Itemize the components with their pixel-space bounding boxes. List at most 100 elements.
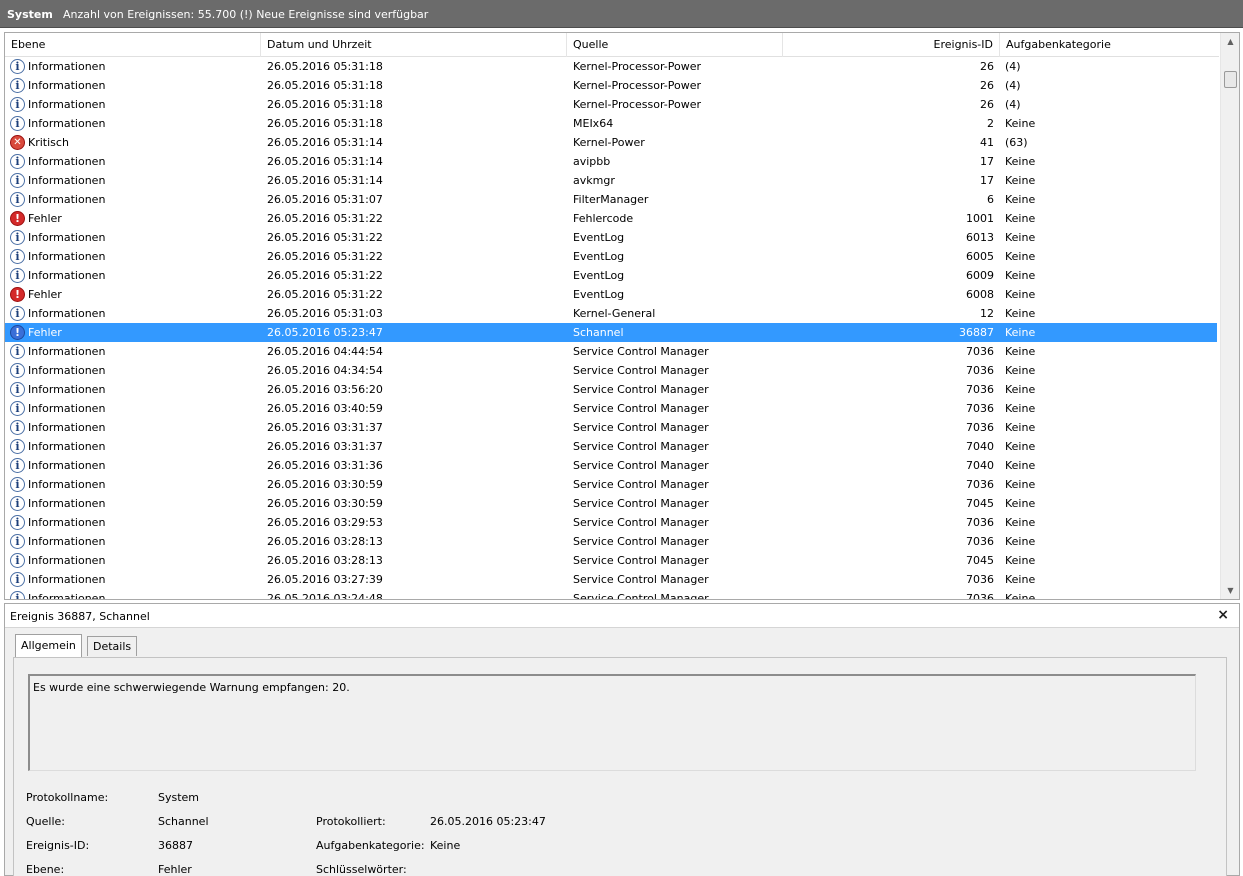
cell-category: Keine (1005, 421, 1036, 434)
table-row[interactable]: i Informationen 26.05.2016 03:31:37 Service… (5, 437, 1217, 456)
cell-event-id: 26 (980, 79, 994, 92)
cell-event-id: 17 (980, 174, 994, 187)
cell-date: 26.05.2016 03:31:37 (267, 440, 383, 453)
cell-date: 26.05.2016 05:31:18 (267, 98, 383, 111)
scroll-down-icon[interactable]: ▼ (1221, 582, 1239, 599)
event-list[interactable]: Ebene Datum und Uhrzeit Quelle Ereignis-… (4, 32, 1240, 600)
detail-title: Ereignis 36887, Schannel (10, 610, 150, 623)
level-text: Informationen (28, 345, 106, 358)
cell-category: Keine (1005, 478, 1036, 491)
cell-event-id: 6008 (966, 288, 994, 301)
cell-level: i Informationen (9, 152, 259, 171)
cell-date: 26.05.2016 03:30:59 (267, 497, 383, 510)
info-icon: i (10, 553, 25, 568)
info-icon: i (10, 420, 25, 435)
tab-details[interactable]: Details (87, 636, 138, 656)
cell-level: i Informationen (9, 76, 259, 95)
table-row[interactable]: i Informationen 26.05.2016 03:30:59 Service… (5, 475, 1217, 494)
table-row[interactable]: ✕ Kritisch 26.05.2016 05:31:14 Kernel-Power… (5, 133, 1217, 152)
event-list-scrollbar[interactable]: ▲ ▼ (1220, 33, 1239, 599)
table-row[interactable]: i Informationen 26.05.2016 03:28:13 Service… (5, 551, 1217, 570)
cell-event-id: 41 (980, 136, 994, 149)
table-row[interactable]: i Informationen 26.05.2016 03:56:20 Service… (5, 380, 1217, 399)
event-detail-pane: Ereignis 36887, Schannel × Allgemein Det… (4, 603, 1240, 876)
scroll-up-icon[interactable]: ▲ (1221, 33, 1239, 50)
cell-source: Schannel (573, 326, 624, 339)
table-row[interactable]: i Informationen 26.05.2016 05:31:14 avkmgr 1… (5, 171, 1217, 190)
table-row[interactable]: i Informationen 26.05.2016 05:31:07 FilterM… (5, 190, 1217, 209)
level-text: Fehler (28, 212, 62, 225)
table-row[interactable]: i Informationen 26.05.2016 03:31:36 Service… (5, 456, 1217, 475)
level-text: Informationen (28, 60, 106, 73)
column-header-level[interactable]: Ebene (5, 33, 261, 57)
level-text: Fehler (28, 288, 62, 301)
table-row[interactable]: i Informationen 26.05.2016 05:31:18 MEIx64 2… (5, 114, 1217, 133)
cell-date: 26.05.2016 05:31:14 (267, 155, 383, 168)
field-label-log-name: Protokollname: (26, 791, 109, 804)
table-row[interactable]: i Informationen 26.05.2016 05:31:03 Kernel-… (5, 304, 1217, 323)
level-text: Informationen (28, 554, 106, 567)
table-row[interactable]: i Informationen 26.05.2016 05:31:22 EventLo… (5, 266, 1217, 285)
field-label-category: Aufgabenkategorie: (316, 839, 425, 852)
close-icon[interactable]: × (1217, 607, 1229, 623)
table-row[interactable]: i Informationen 26.05.2016 05:31:22 EventLo… (5, 247, 1217, 266)
cell-category: (4) (1005, 79, 1021, 92)
cell-date: 26.05.2016 05:31:14 (267, 136, 383, 149)
column-header-category[interactable]: Aufgabenkategorie (1000, 33, 1219, 57)
cell-event-id: 6009 (966, 269, 994, 282)
level-text: Informationen (28, 573, 106, 586)
table-row[interactable]: i Informationen 26.05.2016 03:30:59 Service… (5, 494, 1217, 513)
cell-level: i Informationen (9, 437, 259, 456)
column-header-event-id[interactable]: Ereignis-ID (783, 33, 1000, 57)
table-row[interactable]: i Informationen 26.05.2016 03:29:53 Service… (5, 513, 1217, 532)
column-header-source[interactable]: Quelle (567, 33, 783, 57)
cell-level: i Informationen (9, 399, 259, 418)
column-header-date[interactable]: Datum und Uhrzeit (261, 33, 567, 57)
table-row[interactable]: i Informationen 26.05.2016 03:40:59 Service… (5, 399, 1217, 418)
cell-source: Service Control Manager (573, 345, 709, 358)
table-row[interactable]: i Informationen 26.05.2016 04:34:54 Service… (5, 361, 1217, 380)
cell-category: Keine (1005, 440, 1036, 453)
cell-date: 26.05.2016 05:31:22 (267, 250, 383, 263)
event-count-text[interactable]: Anzahl von Ereignissen: 55.700 (!) Neue … (63, 8, 428, 21)
cell-date: 26.05.2016 05:31:22 (267, 269, 383, 282)
cell-source: Service Control Manager (573, 535, 709, 548)
table-row[interactable]: ! Fehler 26.05.2016 05:31:22 EventLog 6008 Ke… (5, 285, 1217, 304)
event-message-box[interactable]: Es wurde eine schwerwiegende Warnung emp… (28, 674, 1196, 771)
cell-date: 26.05.2016 05:31:03 (267, 307, 383, 320)
scrollbar-thumb[interactable] (1224, 71, 1237, 88)
cell-event-id: 6013 (966, 231, 994, 244)
table-row[interactable]: i Informationen 26.05.2016 05:31:18 Kernel-… (5, 95, 1217, 114)
table-row[interactable]: i Informationen 26.05.2016 03:24:48 Service… (5, 589, 1217, 600)
table-row[interactable]: i Informationen 26.05.2016 05:31:18 Kernel-… (5, 76, 1217, 95)
info-icon: i (10, 382, 25, 397)
error-icon: ! (10, 211, 25, 226)
cell-category: Keine (1005, 459, 1036, 472)
level-text: Informationen (28, 269, 106, 282)
table-row[interactable]: i Informationen 26.05.2016 05:31:14 avipbb 1… (5, 152, 1217, 171)
table-row[interactable]: i Informationen 26.05.2016 03:27:39 Service… (5, 570, 1217, 589)
table-row[interactable]: i Informationen 26.05.2016 03:31:37 Service… (5, 418, 1217, 437)
cell-category: Keine (1005, 212, 1036, 225)
general-tab-panel: Es wurde eine schwerwiegende Warnung emp… (13, 657, 1227, 876)
cell-source: Service Control Manager (573, 383, 709, 396)
cell-category: Keine (1005, 250, 1036, 263)
cell-level: i Informationen (9, 342, 259, 361)
cell-source: avipbb (573, 155, 611, 168)
cell-event-id: 17 (980, 155, 994, 168)
cell-source: Kernel-Processor-Power (573, 79, 702, 92)
cell-category: Keine (1005, 592, 1036, 600)
info-icon: i (10, 534, 25, 549)
table-row[interactable]: i Informationen 26.05.2016 05:31:18 Kernel-… (5, 57, 1217, 76)
cell-category: Keine (1005, 307, 1036, 320)
critical-icon: ✕ (10, 135, 25, 150)
cell-category: Keine (1005, 155, 1036, 168)
table-row-selected[interactable]: ! Fehler 26.05.2016 05:23:47 Schannel 36887 K… (5, 323, 1217, 342)
table-row[interactable]: i Informationen 26.05.2016 03:28:13 Service… (5, 532, 1217, 551)
tab-general[interactable]: Allgemein (15, 634, 82, 658)
cell-level: i Informationen (9, 228, 259, 247)
table-row[interactable]: i Informationen 26.05.2016 04:44:54 Service… (5, 342, 1217, 361)
table-row[interactable]: i Informationen 26.05.2016 05:31:22 EventLo… (5, 228, 1217, 247)
cell-event-id: 12 (980, 307, 994, 320)
table-row[interactable]: ! Fehler 26.05.2016 05:31:22 Fehlercode 1001… (5, 209, 1217, 228)
